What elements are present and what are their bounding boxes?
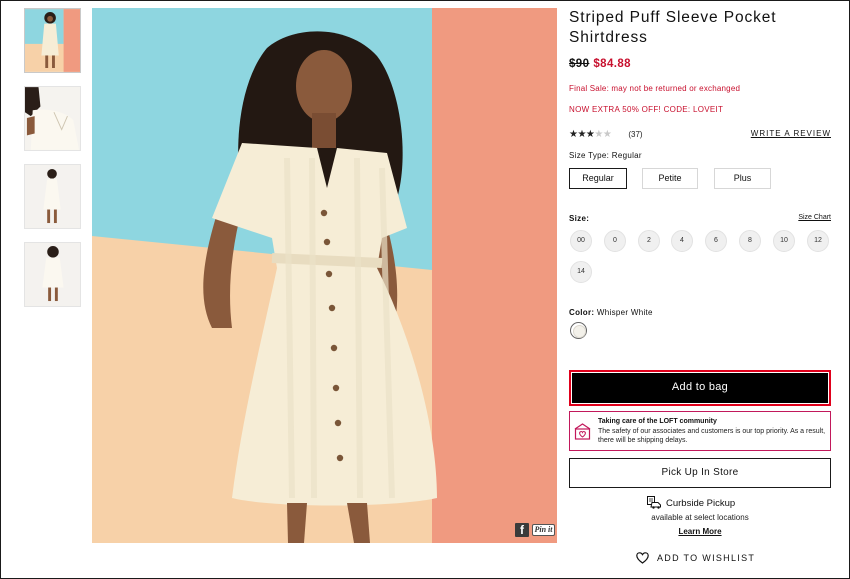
add-to-bag-label: Add to bag <box>572 373 828 403</box>
thumbnail-image <box>25 87 80 150</box>
community-notice-title: Taking care of the LOFT community <box>598 418 717 425</box>
size-option-0[interactable]: 0 <box>604 230 626 252</box>
product-title: Striped Puff Sleeve Pocket Shirtdress <box>569 9 777 46</box>
page-frame: f Pin it Striped Puff Sleeve Pocket Shir… <box>0 0 850 579</box>
star-rating-icon: ★★★★★ <box>569 128 612 140</box>
size-type-plus-button[interactable]: Plus <box>714 168 771 189</box>
pinterest-pin-button[interactable]: Pin it <box>532 524 555 536</box>
curbside-pickup-icon <box>647 496 661 509</box>
heart-icon <box>636 552 649 564</box>
thumbnail-image <box>25 243 80 306</box>
size-type-selected: Regular <box>611 151 642 160</box>
size-option-10[interactable]: 10 <box>773 230 795 252</box>
size-option-00[interactable]: 00 <box>570 230 592 252</box>
size-option-12[interactable]: 12 <box>807 230 829 252</box>
size-label: Size: <box>569 214 589 223</box>
thumbnail-image <box>25 165 80 228</box>
size-type-regular-button[interactable]: Regular <box>569 168 627 189</box>
learn-more-link[interactable]: Learn More <box>678 527 721 536</box>
care-box-icon <box>574 423 591 440</box>
thumbnail-full-body[interactable] <box>24 164 81 229</box>
product-photo <box>92 8 557 543</box>
main-product-image[interactable] <box>92 8 557 543</box>
size-caption: Size: <box>569 214 590 223</box>
size-chart-link[interactable]: Size Chart <box>798 214 831 221</box>
color-caption: Color: <box>569 308 595 317</box>
size-type-petite-button[interactable]: Petite <box>642 168 698 189</box>
original-price: $90 <box>569 58 590 70</box>
write-review-link[interactable]: WRITE A REVIEW <box>751 129 831 138</box>
size-type-caption: Size Type: <box>569 151 610 160</box>
size-option-6[interactable]: 6 <box>705 230 727 252</box>
thumbnail-front-view[interactable] <box>24 8 81 73</box>
add-to-wishlist-button[interactable]: ADD TO WISHLIST <box>636 551 755 565</box>
size-option-8[interactable]: 8 <box>739 230 761 252</box>
size-type-label: Size Type: Regular <box>569 151 642 160</box>
curbside-pickup-subtitle: available at select locations <box>651 513 749 522</box>
promo-message: NOW EXTRA 50% OFF! CODE: LOVEIT <box>569 105 724 114</box>
product-details: Striped Puff Sleeve Pocket Shirtdress $9… <box>569 8 831 564</box>
curbside-pickup-title: Curbside Pickup <box>666 498 736 509</box>
pick-up-in-store-button[interactable]: Pick Up In Store <box>569 458 831 488</box>
thumbnail-image <box>25 9 80 72</box>
size-option-4[interactable]: 4 <box>671 230 693 252</box>
color-selected-name: Whisper White <box>596 308 653 317</box>
rating-summary[interactable]: ★★★★★ (37) <box>569 128 643 140</box>
thumbnail-back-view[interactable] <box>24 242 81 307</box>
learn-more-wrapper: Learn More <box>569 527 831 536</box>
thumbnail-sleeve-detail[interactable] <box>24 86 81 151</box>
size-option-2[interactable]: 2 <box>638 230 660 252</box>
community-notice: Taking care of the LOFT community The sa… <box>569 411 831 451</box>
facebook-share-icon[interactable]: f <box>515 523 529 537</box>
final-sale-note: Final Sale: may not be returned or excha… <box>569 84 741 93</box>
color-label: Color: Whisper White <box>569 308 653 317</box>
community-notice-text: The safety of our associates and custome… <box>598 428 826 444</box>
review-count: (37) <box>628 129 643 139</box>
color-swatch-whisper-white[interactable] <box>570 322 587 339</box>
price-row: $90 $84.88 <box>569 58 631 70</box>
add-to-bag-button[interactable]: Add to bag <box>569 370 831 406</box>
sale-price: $84.88 <box>593 58 631 70</box>
add-to-wishlist-label: ADD TO WISHLIST <box>657 553 756 563</box>
size-option-14[interactable]: 14 <box>570 261 592 283</box>
